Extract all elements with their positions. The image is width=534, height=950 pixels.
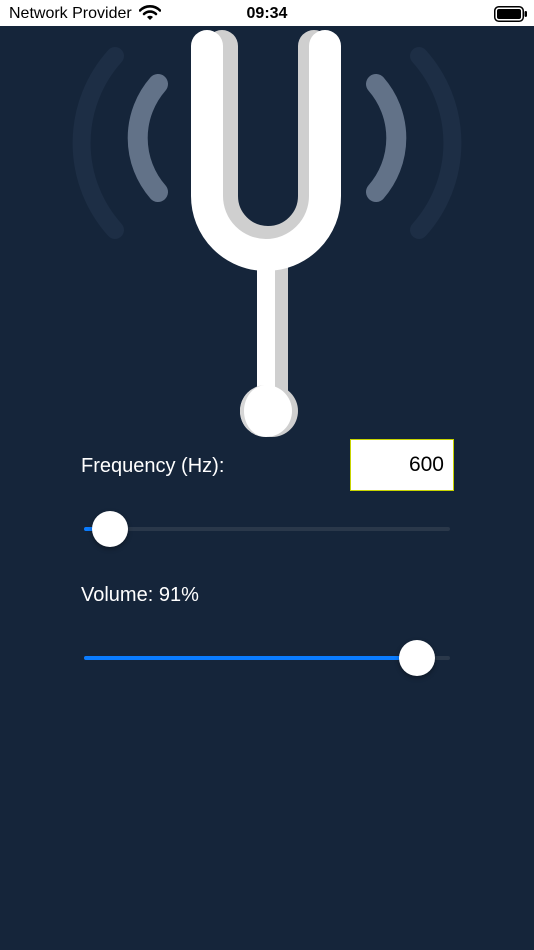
- sound-wave-right-inner: [366, 74, 407, 202]
- sound-wave-left-outer: [72, 47, 124, 239]
- battery-icon: [494, 6, 528, 27]
- sound-wave-right-outer: [410, 47, 462, 239]
- volume-slider[interactable]: [84, 638, 450, 678]
- app-content: Frequency (Hz): Volume: 91%: [0, 26, 534, 950]
- frequency-slider-track: [84, 527, 450, 531]
- volume-slider-fill: [84, 656, 418, 660]
- frequency-label: Frequency (Hz):: [81, 455, 225, 477]
- tuning-fork-icon: [72, 30, 462, 437]
- frequency-slider-thumb[interactable]: [91, 511, 128, 547]
- frequency-slider[interactable]: [84, 509, 450, 549]
- volume-label: Volume: 91%: [81, 584, 199, 606]
- sound-wave-left-inner: [127, 74, 168, 202]
- status-time: 09:34: [246, 5, 288, 22]
- volume-slider-thumb[interactable]: [399, 640, 436, 676]
- frequency-input[interactable]: [350, 439, 454, 491]
- status-bar: Network Provider 09:34: [0, 0, 534, 26]
